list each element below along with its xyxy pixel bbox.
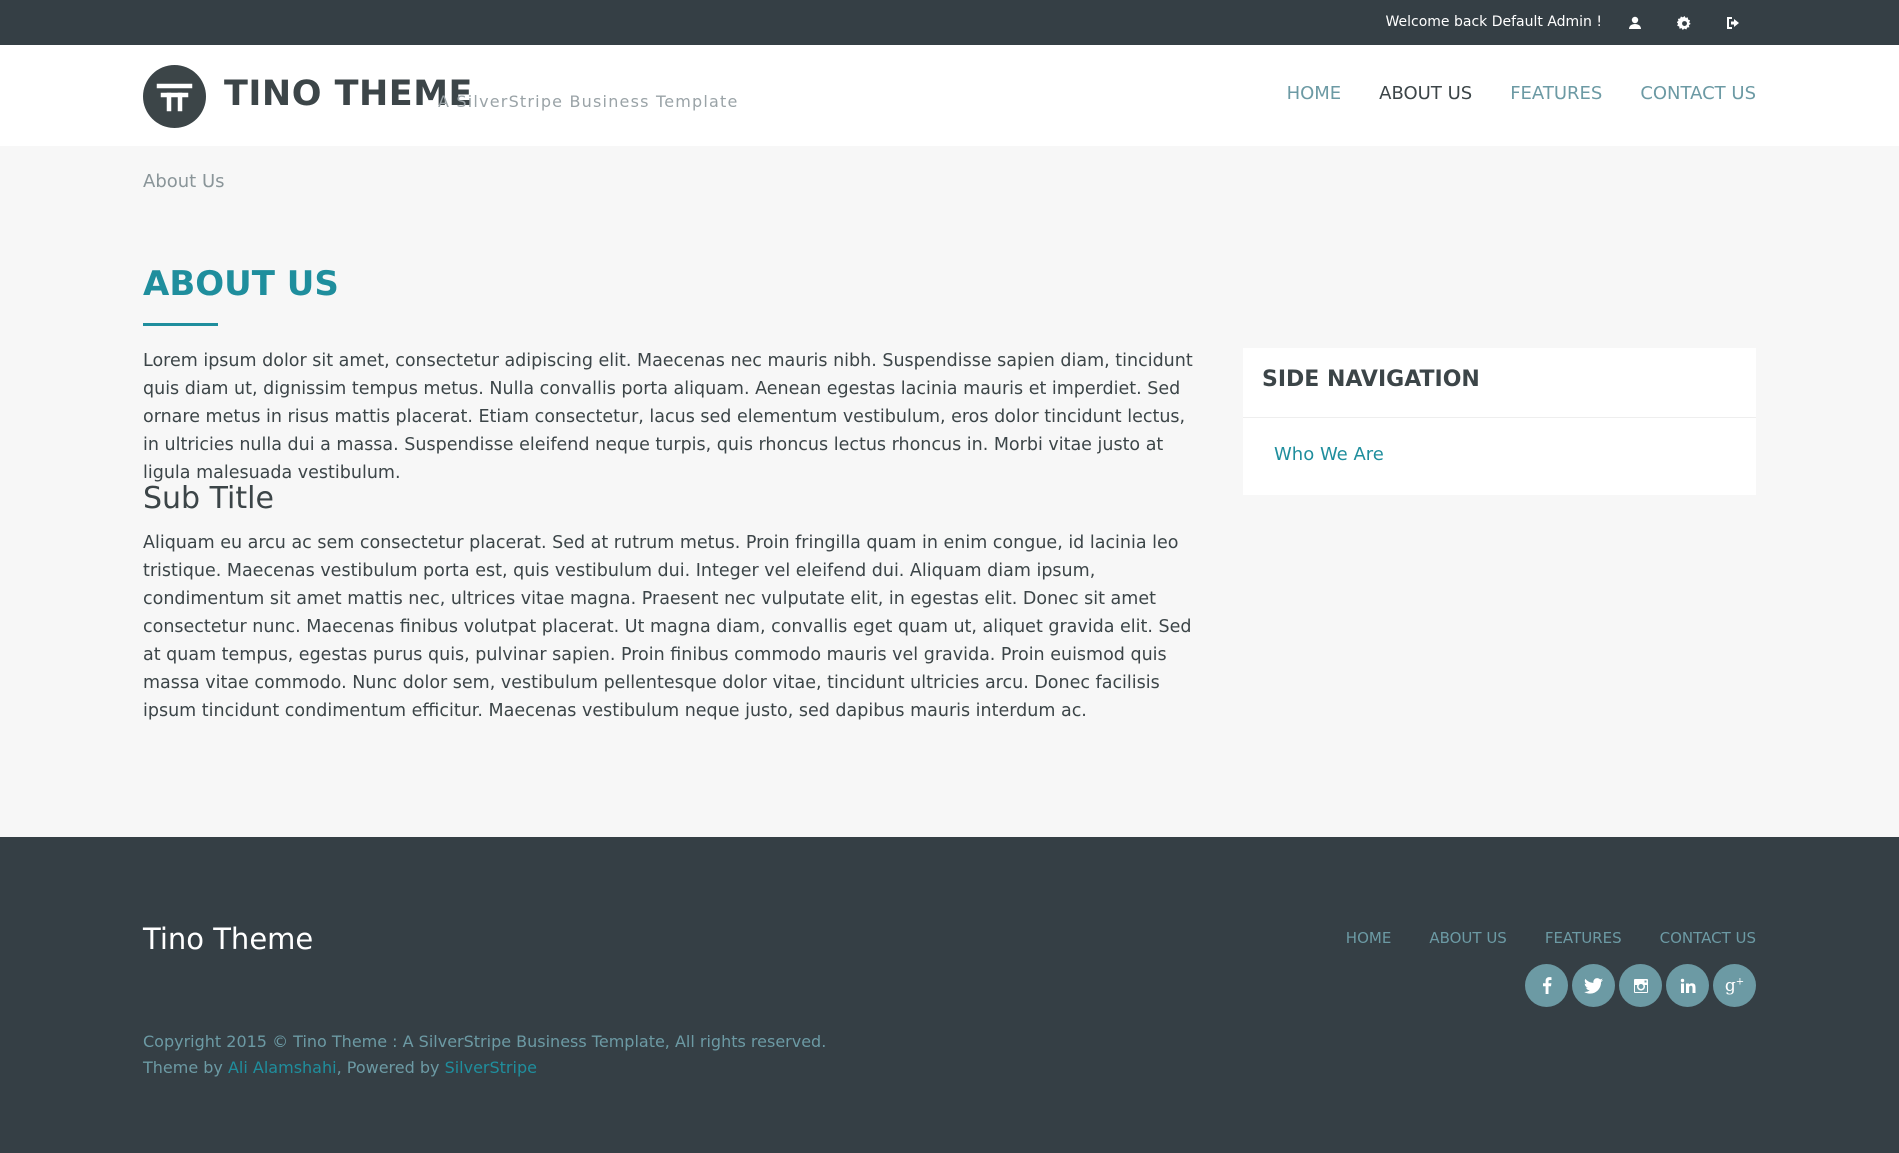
footer-nav-features[interactable]: FEATURES bbox=[1545, 929, 1622, 947]
side-nav-item-who-we-are[interactable]: Who We Are bbox=[1274, 444, 1384, 465]
site-footer: Tino Theme HOME ABOUT US FEATURES CONTAC… bbox=[0, 837, 1899, 1153]
content-paragraph-2: Aliquam eu arcu ac sem consectetur place… bbox=[143, 533, 1192, 721]
nav-item-contact-us[interactable]: CONTACT US bbox=[1640, 83, 1756, 104]
facebook-icon[interactable] bbox=[1525, 964, 1568, 1007]
content-paragraph-1: Lorem ipsum dolor sit amet, consectetur … bbox=[143, 351, 1193, 483]
theme-author-link[interactable]: Ali Alamshahi bbox=[228, 1058, 337, 1077]
footer-nav-contact-us[interactable]: CONTACT US bbox=[1660, 929, 1756, 947]
admin-bar: Welcome back Default Admin ! bbox=[0, 0, 1899, 45]
nav-item-about-us[interactable]: ABOUT US bbox=[1379, 83, 1472, 104]
footer-nav: HOME ABOUT US FEATURES CONTACT US bbox=[1346, 929, 1756, 947]
logo-icon[interactable] bbox=[143, 65, 206, 128]
footer-title: Tino Theme bbox=[143, 922, 314, 956]
footer-nav-home[interactable]: HOME bbox=[1346, 929, 1392, 947]
instagram-icon[interactable] bbox=[1619, 964, 1662, 1007]
divider bbox=[1243, 417, 1756, 418]
social-links: g+ bbox=[1525, 964, 1756, 1007]
nav-item-home[interactable]: HOME bbox=[1287, 83, 1342, 104]
breadcrumb: About Us bbox=[143, 171, 225, 192]
user-icon[interactable] bbox=[1626, 14, 1644, 32]
site-title[interactable]: TINO THEME bbox=[224, 74, 473, 114]
page-title: ABOUT US bbox=[143, 264, 339, 304]
powered-by-label: , Powered by bbox=[336, 1058, 445, 1077]
side-navigation-title: SIDE NAVIGATION bbox=[1262, 367, 1480, 392]
title-underline bbox=[143, 323, 218, 326]
google-plus-icon[interactable]: g+ bbox=[1713, 964, 1756, 1007]
twitter-icon[interactable] bbox=[1572, 964, 1615, 1007]
welcome-text: Welcome back Default Admin ! bbox=[1385, 14, 1603, 30]
theme-by-label: Theme by bbox=[143, 1058, 228, 1077]
gear-icon[interactable] bbox=[1675, 14, 1693, 32]
silverstripe-link[interactable]: SilverStripe bbox=[445, 1058, 537, 1077]
site-tagline: A SilverStripe Business Template bbox=[438, 92, 739, 111]
sign-out-icon[interactable] bbox=[1724, 14, 1742, 32]
credits: Theme by Ali Alamshahi, Powered by Silve… bbox=[143, 1055, 826, 1081]
footer-nav-about-us[interactable]: ABOUT US bbox=[1429, 929, 1507, 947]
main-nav: HOME ABOUT US FEATURES CONTACT US bbox=[1287, 83, 1756, 104]
nav-item-features[interactable]: FEATURES bbox=[1510, 83, 1602, 104]
copyright-text: Copyright 2015 © Tino Theme : A SilverSt… bbox=[143, 1032, 827, 1051]
side-navigation: SIDE NAVIGATION Who We Are bbox=[1243, 348, 1756, 495]
linkedin-icon[interactable] bbox=[1666, 964, 1709, 1007]
site-header: TINO THEME A SilverStripe Business Templ… bbox=[0, 45, 1899, 146]
sub-title: Sub Title bbox=[143, 481, 274, 516]
copyright: Copyright 2015 © Tino Theme : A SilverSt… bbox=[143, 1029, 826, 1081]
